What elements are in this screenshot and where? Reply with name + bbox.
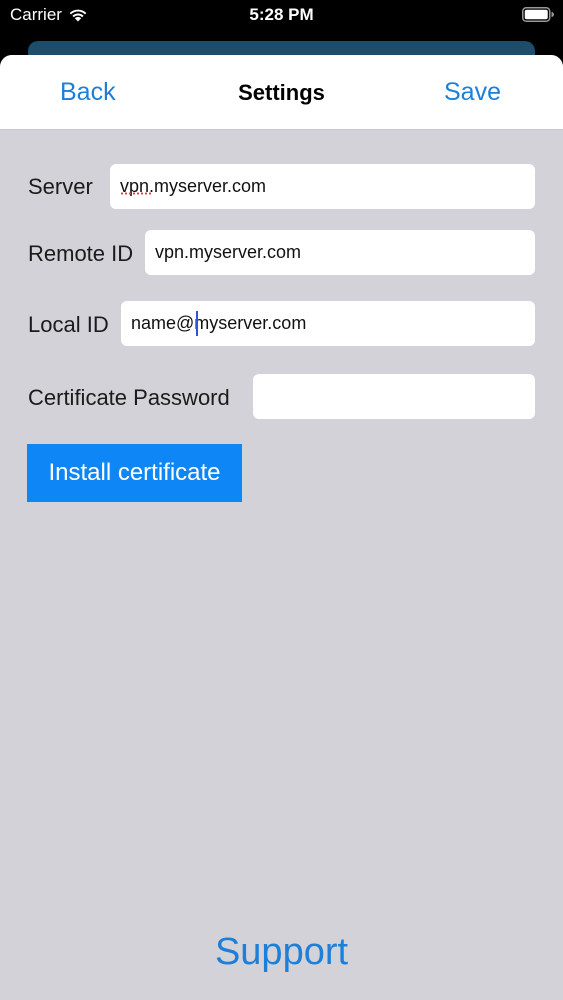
certificate-password-input[interactable]: [253, 374, 535, 419]
server-input[interactable]: [110, 164, 535, 209]
save-button[interactable]: Save: [444, 78, 501, 107]
server-label: Server: [28, 174, 93, 199]
screen: Carrier 5:28 PM Back Settings Save Serve…: [0, 0, 563, 1000]
local-id-input[interactable]: [121, 301, 535, 346]
install-certificate-button[interactable]: Install certificate: [27, 444, 242, 502]
status-time: 5:28 PM: [249, 5, 314, 24]
spellcheck-underline: [120, 192, 151, 195]
battery-icon: [522, 7, 554, 22]
remote-id-label: Remote ID: [28, 241, 134, 266]
support-link[interactable]: Support: [0, 931, 563, 974]
certificate-password-label: Certificate Password: [28, 385, 230, 410]
navigation-bar: Back Settings Save: [0, 55, 563, 130]
settings-sheet: Back Settings Save Server Remote ID Loca…: [0, 55, 563, 1000]
remote-id-input[interactable]: [145, 230, 535, 275]
status-bar: Carrier 5:28 PM: [0, 0, 563, 30]
local-id-label: Local ID: [28, 312, 109, 337]
text-caret: [196, 311, 198, 336]
